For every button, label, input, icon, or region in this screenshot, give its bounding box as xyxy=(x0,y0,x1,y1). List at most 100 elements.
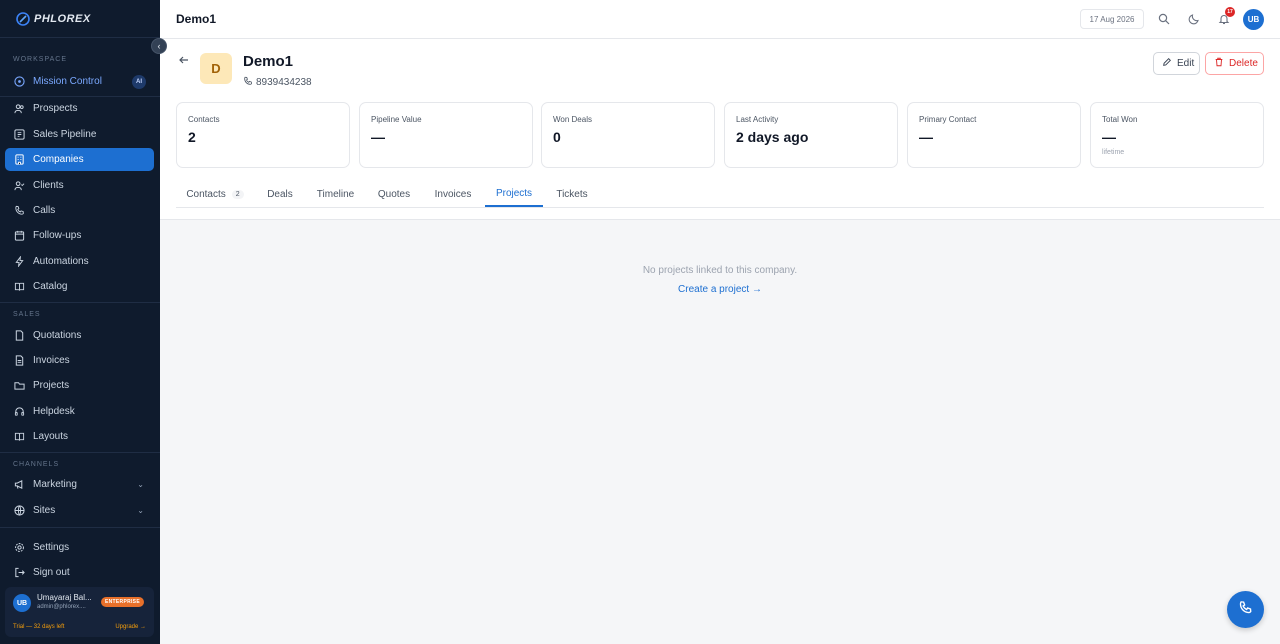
moon-icon[interactable] xyxy=(1187,12,1201,26)
avatar[interactable]: UB xyxy=(1243,9,1264,30)
sidebar-item-layouts[interactable]: Layouts xyxy=(5,425,154,448)
sidebar-item-follow-ups[interactable]: Follow-ups xyxy=(5,224,154,247)
stat-value: — xyxy=(919,129,933,145)
section-label-workspace: WORKSPACE xyxy=(13,55,67,63)
search-icon[interactable] xyxy=(1157,12,1171,26)
sidebar-item-prospects[interactable]: Prospects xyxy=(5,97,154,120)
collapse-sidebar-button[interactable]: ‹ xyxy=(151,38,167,54)
tab-tickets[interactable]: Tickets xyxy=(548,182,596,207)
create-project-link: Create a project → xyxy=(160,284,1280,295)
date-chip[interactable]: 17 Aug 2026 xyxy=(1080,9,1144,29)
tab-count-badge: 2 xyxy=(231,190,244,199)
building-icon xyxy=(13,154,25,166)
sidebar-item-invoices[interactable]: Invoices xyxy=(5,349,154,372)
sidebar-item-quotations[interactable]: Quotations xyxy=(5,324,154,347)
trash-icon xyxy=(1214,57,1224,70)
logo-mark-icon xyxy=(16,11,30,26)
sidebar-item-label: Helpdesk xyxy=(33,406,75,417)
bolt-icon xyxy=(13,256,25,268)
sidebar-item-label: Prospects xyxy=(33,103,78,114)
target-icon xyxy=(13,76,25,88)
sidebar-item-calls[interactable]: Calls xyxy=(5,199,154,222)
edit-button[interactable]: Edit xyxy=(1153,52,1200,75)
stat-card-primary-contact: Primary Contact — xyxy=(907,102,1081,168)
upgrade-link[interactable]: Upgrade → xyxy=(115,624,146,630)
chevron-left-icon: ‹ xyxy=(157,41,161,51)
ai-badge: AI xyxy=(132,74,146,89)
delete-button[interactable]: Delete xyxy=(1205,52,1264,75)
sidebar-item-sites[interactable]: Sites ⌄ xyxy=(5,499,154,522)
sidebar-item-label: Projects xyxy=(33,380,70,391)
tab-label: Timeline xyxy=(316,189,355,200)
tab-deals[interactable]: Deals xyxy=(258,182,302,207)
stat-value: 2 xyxy=(188,129,196,145)
stat-card-last-activity: Last Activity 2 days ago xyxy=(724,102,898,168)
create-project-link-text[interactable]: Create a project → xyxy=(678,284,762,295)
tab-label: Tickets xyxy=(556,189,588,200)
sidebar-item-label: Catalog xyxy=(33,281,68,292)
sidebar-item-catalog[interactable]: Catalog xyxy=(5,275,154,298)
stat-card-won-deals: Won Deals 0 xyxy=(541,102,715,168)
tab-timeline[interactable]: Timeline xyxy=(307,182,364,207)
sidebar-item-sign-out[interactable]: Sign out xyxy=(5,561,154,584)
sidebar-item-label: Companies xyxy=(33,154,84,165)
pencil-icon xyxy=(1162,57,1172,70)
stat-card-contacts: Contacts 2 xyxy=(176,102,350,168)
user-check-icon xyxy=(13,180,25,192)
stat-value: — xyxy=(371,129,385,145)
sidebar-item-projects[interactable]: Projects xyxy=(5,374,154,397)
sidebar-item-label: Marketing xyxy=(33,479,77,490)
page-title: Demo1 xyxy=(176,12,217,26)
sidebar-item-label: Sites xyxy=(33,505,56,516)
sidebar-item-sales-pipeline[interactable]: Sales Pipeline xyxy=(5,123,154,146)
tab-quotes[interactable]: Quotes xyxy=(369,182,419,207)
company-avatar: D xyxy=(200,53,232,84)
tab-label: Deals xyxy=(267,189,293,200)
tab-label: Projects xyxy=(495,188,533,199)
sidebar-item-settings[interactable]: Settings xyxy=(5,536,154,559)
avatar: UB xyxy=(13,594,31,612)
tab-label: Contacts xyxy=(186,189,226,200)
headset-icon xyxy=(13,406,25,418)
folder-icon xyxy=(13,380,25,392)
logout-icon xyxy=(13,567,25,579)
users-icon xyxy=(13,103,25,115)
sidebar-item-mission-control[interactable]: Mission Control AI xyxy=(5,70,154,93)
tab-projects[interactable]: Projects xyxy=(485,182,543,207)
megaphone-icon xyxy=(13,479,25,491)
stat-card-total-won: Total Won — lifetime xyxy=(1090,102,1264,168)
sidebar-item-helpdesk[interactable]: Helpdesk xyxy=(5,400,154,423)
plan-badge: ENTERPRISE xyxy=(101,597,144,607)
stat-sub: lifetime xyxy=(1102,149,1125,156)
sidebar-item-label: Layouts xyxy=(33,431,69,442)
phone-icon xyxy=(13,205,25,217)
trial-status: Trial — 32 days left xyxy=(13,624,65,630)
invoice-icon xyxy=(13,355,25,367)
brand-logo[interactable]: PHLOREX xyxy=(0,0,160,38)
sidebar-item-label: Invoices xyxy=(33,355,70,366)
sidebar-item-label: Quotations xyxy=(33,330,82,341)
edit-label: Edit xyxy=(1177,58,1195,69)
top-bar: Demo1 17 Aug 2026 17 UB xyxy=(160,0,1280,39)
user-card[interactable]: UB Umayaraj Bal... admin@phlorex.... ENT… xyxy=(5,587,154,637)
sidebar-item-companies[interactable]: Companies xyxy=(5,148,154,171)
sidebar-item-automations[interactable]: Automations xyxy=(5,250,154,273)
divider xyxy=(0,452,160,453)
user-name: Umayaraj Bal... xyxy=(37,593,92,602)
stat-label: Primary Contact xyxy=(919,115,977,124)
sidebar-item-label: Sales Pipeline xyxy=(33,129,97,140)
sidebar-item-marketing[interactable]: Marketing ⌄ xyxy=(5,473,154,496)
stat-value: 0 xyxy=(553,129,561,145)
tab-contacts[interactable]: Contacts 2 xyxy=(176,182,254,207)
layout-icon xyxy=(13,431,25,443)
sidebar-item-clients[interactable]: Clients xyxy=(5,174,154,197)
chevron-down-icon: ⌄ xyxy=(137,506,144,515)
tab-invoices[interactable]: Invoices xyxy=(425,182,481,207)
call-fab-button[interactable] xyxy=(1227,591,1264,628)
tab-bar: Contacts 2 Deals Timeline Quotes Invoice… xyxy=(176,182,1264,208)
file-icon xyxy=(13,330,25,342)
back-arrow-icon[interactable] xyxy=(177,53,191,67)
phone-icon xyxy=(1238,600,1253,620)
stat-label: Won Deals xyxy=(553,115,592,124)
chevron-down-icon: ⌄ xyxy=(137,480,144,489)
